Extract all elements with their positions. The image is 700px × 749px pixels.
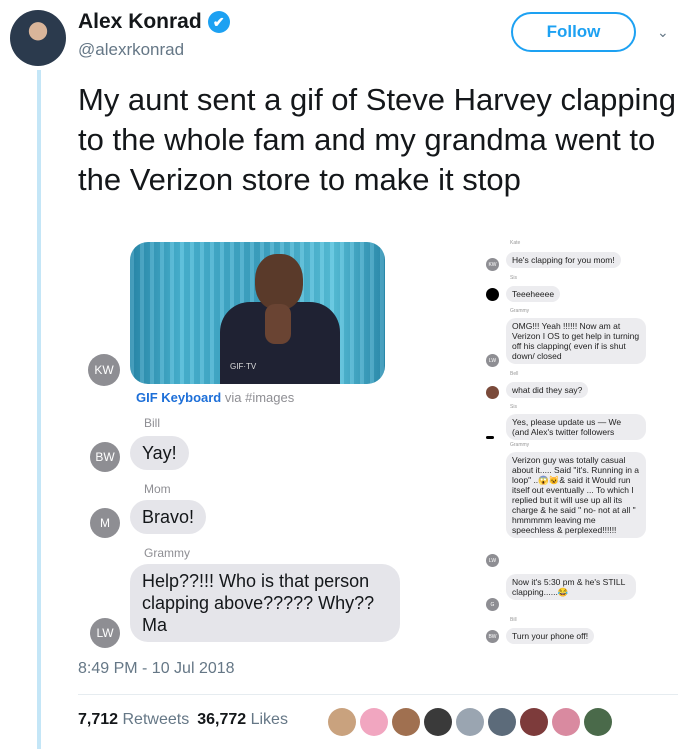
avatar-lw-small: LW bbox=[486, 354, 499, 367]
chat-bubble: Teeeheeee bbox=[506, 286, 561, 302]
liker-avatar[interactable] bbox=[552, 708, 580, 736]
clapping-hands bbox=[265, 304, 291, 344]
author-display-name[interactable]: Alex Konrad bbox=[78, 10, 202, 34]
sender-name: Mom bbox=[144, 482, 171, 496]
tweet-media-image[interactable]: GIF·TV KW GIF Keyboard via #images Bill … bbox=[78, 236, 678, 656]
avatar-lw-small: LW bbox=[486, 554, 499, 567]
verified-badge-icon: ✔ bbox=[207, 11, 230, 33]
chat-bubble: Turn your phone off! bbox=[506, 628, 595, 644]
chat-bubble: what did they say? bbox=[506, 382, 589, 398]
author-name-row: Alex Konrad ✔ bbox=[78, 10, 230, 34]
tweet-timestamp[interactable]: 8:49 PM - 10 Jul 2018 bbox=[78, 660, 235, 678]
retweets-stat[interactable]: 7,712 Retweets bbox=[78, 711, 189, 729]
avatar-sis bbox=[486, 288, 499, 301]
thread-line bbox=[37, 70, 41, 749]
liker-avatar[interactable] bbox=[360, 708, 388, 736]
avatar-kw-small: KW bbox=[486, 258, 499, 271]
tweet-text: My aunt sent a gif of Steve Harvey clapp… bbox=[78, 82, 676, 197]
chat-bubble: Now it's 5:30 pm & he's STILL clapping..… bbox=[506, 574, 636, 600]
gif-source-caption: GIF Keyboard via #images bbox=[136, 390, 294, 405]
retweets-label: Retweets bbox=[122, 711, 190, 728]
liker-avatar[interactable] bbox=[392, 708, 420, 736]
gif-source-suffix: via #images bbox=[221, 390, 295, 405]
sender-name: Bill bbox=[144, 416, 161, 430]
avatar-lw: LW bbox=[90, 618, 120, 648]
likes-count: 36,772 bbox=[197, 711, 247, 728]
chat-sender: Grammy bbox=[510, 442, 530, 448]
likes-label: Likes bbox=[250, 711, 288, 728]
chat-sender: Bill bbox=[510, 617, 517, 623]
chat-bubble: OMG!!! Yeah !!!!!! Now am at Verizon I O… bbox=[506, 318, 646, 364]
liker-avatar[interactable] bbox=[424, 708, 452, 736]
avatar-m: M bbox=[90, 508, 120, 538]
liker-avatar[interactable] bbox=[584, 708, 612, 736]
chat-bubble: Verizon guy was totally casual about it.… bbox=[506, 452, 646, 538]
avatar-bw-small: BW bbox=[486, 630, 499, 643]
avatar-g: G bbox=[486, 598, 499, 611]
chat-bubble: He's clapping for you mom! bbox=[506, 252, 621, 268]
chat-bubble: Yes, please update us — We (and Alex's t… bbox=[506, 414, 646, 440]
tweet-stats: 7,712 Retweets 36,772 Likes bbox=[78, 711, 288, 729]
retweets-count: 7,712 bbox=[78, 711, 119, 728]
gif-watermark: GIF·TV bbox=[230, 362, 257, 371]
likes-stat[interactable]: 36,772 Likes bbox=[197, 711, 288, 729]
chat-sender: Kate bbox=[510, 240, 521, 246]
author-handle[interactable]: @alexrkonrad bbox=[78, 40, 184, 60]
liker-avatar[interactable] bbox=[456, 708, 484, 736]
chat-sender: Sis bbox=[510, 404, 517, 410]
divider bbox=[78, 694, 678, 695]
avatar-kw: KW bbox=[88, 354, 120, 386]
chat-sender: Sis bbox=[510, 275, 517, 281]
liker-avatar[interactable] bbox=[520, 708, 548, 736]
chat-sender: Grammy bbox=[510, 308, 530, 314]
gif-source-name: GIF Keyboard bbox=[136, 390, 222, 405]
follow-button[interactable]: Follow bbox=[511, 12, 636, 52]
chevron-down-icon[interactable]: ⌄ bbox=[657, 24, 671, 40]
liker-avatar[interactable] bbox=[328, 708, 356, 736]
avatar-bell bbox=[486, 386, 499, 399]
liker-avatar[interactable] bbox=[488, 708, 516, 736]
message-bubble: Yay! bbox=[130, 436, 189, 470]
author-avatar[interactable] bbox=[10, 10, 66, 66]
message-bubble: Bravo! bbox=[130, 500, 207, 534]
avatar-sis-2 bbox=[486, 436, 494, 439]
liker-avatars bbox=[328, 708, 612, 736]
person-head bbox=[255, 254, 303, 310]
message-bubble: Help??!!! Who is that person clapping ab… bbox=[130, 564, 400, 642]
chat-sender: Bell bbox=[510, 371, 519, 377]
avatar-bw: BW bbox=[90, 442, 120, 472]
sender-name: Grammy bbox=[144, 546, 190, 560]
gif-image: GIF·TV bbox=[130, 242, 385, 384]
